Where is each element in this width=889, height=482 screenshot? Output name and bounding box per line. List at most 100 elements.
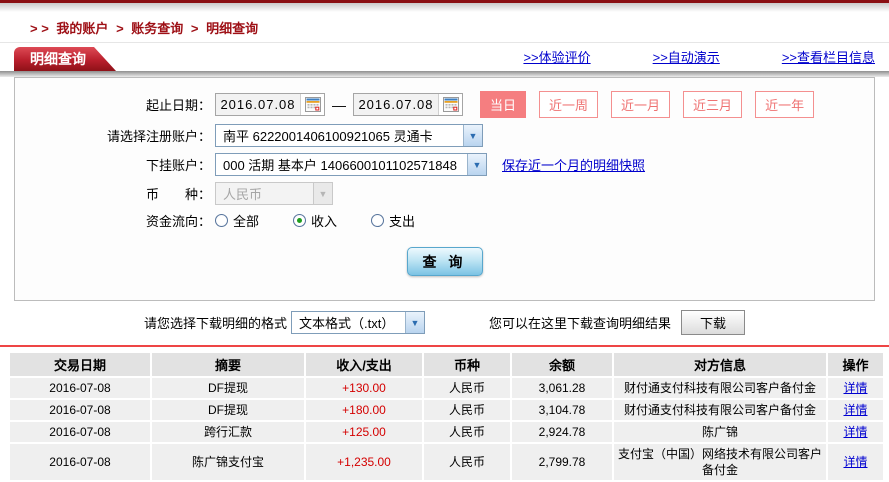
- start-date-input[interactable]: 2016.07.08: [215, 93, 325, 116]
- detail-link[interactable]: 详情: [843, 425, 867, 439]
- registered-account-value: 南平 6222001406100921065 灵通卡: [223, 129, 433, 144]
- cell-date: 2016-07-08: [10, 422, 150, 442]
- save-snapshot-link[interactable]: 保存近一个月的明细快照: [502, 155, 645, 174]
- detail-link[interactable]: 详情: [843, 403, 867, 417]
- radio-option-all[interactable]: 全部: [215, 211, 259, 230]
- header-counterparty: 对方信息: [614, 353, 826, 376]
- radio-label-all: 全部: [233, 214, 260, 229]
- end-date-value: 2016.07.08: [358, 97, 434, 112]
- cell-amount: +130.00: [306, 378, 422, 398]
- radio-icon[interactable]: [215, 214, 228, 227]
- date-range-dash: —: [332, 96, 346, 113]
- cell-counterparty: 财付通支付科技有限公司客户备付金: [614, 400, 826, 420]
- sub-account-select[interactable]: 000 活期 基本户 1406600101102571848 ▼: [215, 153, 487, 176]
- range-button-last-quarter[interactable]: 近三月: [683, 91, 743, 118]
- radio-icon[interactable]: [371, 214, 385, 227]
- radio-label-income: 收入: [311, 214, 338, 229]
- cell-currency: 人民币: [424, 422, 510, 442]
- top-links: >>体验评价 >>自动演示 >>查看栏目信息: [523, 47, 875, 71]
- breadcrumb-item-account-query[interactable]: 账务查询: [131, 21, 183, 36]
- calendar-icon[interactable]: [300, 94, 324, 115]
- header-currency: 币种: [424, 353, 510, 376]
- cell-amount: +180.00: [306, 400, 422, 420]
- start-date-value: 2016.07.08: [220, 97, 296, 112]
- query-form-panel: 起止日期： 2016.07.08 — 2016.07.08 当日 近一周 近一月…: [14, 77, 875, 301]
- cell-balance: 3,061.28: [512, 378, 612, 398]
- link-experience-rating[interactable]: >>体验评价: [523, 47, 590, 66]
- header-income-expense: 收入/支出: [306, 353, 422, 376]
- range-button-last-year[interactable]: 近一年: [755, 91, 815, 118]
- radio-label-expense: 支出: [389, 214, 416, 229]
- breadcrumb-separator: >: [190, 21, 199, 36]
- cell-counterparty: 财付通支付科技有限公司客户备付金: [614, 378, 826, 398]
- cell-balance: 3,104.78: [512, 400, 612, 420]
- cell-date: 2016-07-08: [10, 400, 150, 420]
- fund-flow-radio-group: 全部 收入 支出: [215, 211, 415, 230]
- radio-option-expense[interactable]: 支出: [371, 211, 415, 230]
- cell-summary: 跨行汇款: [152, 422, 304, 442]
- sub-account-label: 下挂账户：: [145, 158, 211, 173]
- header-action: 操作: [828, 353, 883, 376]
- link-auto-demo[interactable]: >>自动演示: [653, 47, 720, 66]
- transactions-table: 交易日期 摘要 收入/支出 币种 余额 对方信息 操作 2016-07-08 D…: [8, 351, 885, 482]
- registered-account-row: 请选择注册账户： 南平 6222001406100921065 灵通卡 ▼: [15, 124, 874, 147]
- chevron-down-icon: ▼: [467, 154, 486, 175]
- range-button-last-week[interactable]: 近一周: [539, 91, 599, 118]
- chevron-down-icon: ▼: [463, 125, 482, 146]
- tab-detail-query[interactable]: 明细查询: [14, 47, 116, 71]
- detail-link[interactable]: 详情: [843, 455, 867, 469]
- cell-summary: 陈广锦支付宝: [152, 444, 304, 480]
- chevron-down-icon: ▼: [405, 312, 424, 333]
- download-hint: 您可以在这里下载查询明细结果: [489, 316, 672, 331]
- cell-summary: DF提现: [152, 400, 304, 420]
- radio-icon-checked[interactable]: [293, 214, 307, 227]
- cell-amount: +1,235.00: [306, 444, 422, 480]
- download-row: 请您选择下载明细的格式 文本格式（.txt） ▼ 您可以在这里下载查询明细结果 …: [0, 301, 889, 345]
- cell-balance: 2,924.78: [512, 422, 612, 442]
- download-format-select[interactable]: 文本格式（.txt） ▼: [291, 311, 425, 334]
- range-button-last-month[interactable]: 近一月: [611, 91, 671, 118]
- calendar-icon[interactable]: [438, 94, 462, 115]
- table-row: 2016-07-08 陈广锦支付宝 +1,235.00 人民币 2,799.78…: [10, 444, 883, 480]
- cell-counterparty: 陈广锦: [614, 422, 826, 442]
- cell-date: 2016-07-08: [10, 444, 150, 480]
- date-range-row: 起止日期： 2016.07.08 — 2016.07.08 当日 近一周 近一月…: [15, 91, 874, 118]
- query-button[interactable]: 查 询: [406, 247, 483, 276]
- cell-balance: 2,799.78: [512, 444, 612, 480]
- calendar-icon-glyph: [304, 97, 321, 112]
- header-balance: 余额: [512, 353, 612, 376]
- download-button[interactable]: 下载: [681, 310, 746, 335]
- chevron-down-icon: ▼: [313, 183, 332, 204]
- top-gradient-strip: [0, 3, 889, 12]
- link-view-column-info[interactable]: >>查看栏目信息: [782, 47, 875, 66]
- registered-account-select[interactable]: 南平 6222001406100921065 灵通卡 ▼: [215, 124, 483, 147]
- fund-flow-label: 资金流向：: [145, 214, 211, 229]
- currency-select: 人民币 ▼: [215, 182, 333, 205]
- cell-summary: DF提现: [152, 378, 304, 398]
- breadcrumb-prefix: > >: [30, 21, 49, 36]
- sub-account-row: 下挂账户： 000 活期 基本户 1406600101102571848 ▼ 保…: [15, 153, 874, 176]
- breadcrumb-item-my-account[interactable]: 我的账户: [56, 21, 108, 36]
- registered-account-label: 请选择注册账户：: [106, 129, 211, 144]
- end-date-input[interactable]: 2016.07.08: [353, 93, 463, 116]
- table-row: 2016-07-08 DF提现 +130.00 人民币 3,061.28 财付通…: [10, 378, 883, 398]
- cell-date: 2016-07-08: [10, 378, 150, 398]
- currency-label: 币 种：: [145, 187, 211, 202]
- detail-link[interactable]: 详情: [843, 381, 867, 395]
- table-header-row: 交易日期 摘要 收入/支出 币种 余额 对方信息 操作: [10, 353, 883, 376]
- cell-currency: 人民币: [424, 400, 510, 420]
- breadcrumb-item-detail-query[interactable]: 明细查询: [206, 21, 258, 36]
- fund-flow-row: 资金流向： 全部 收入 支出: [15, 211, 874, 230]
- range-button-today[interactable]: 当日: [480, 91, 527, 118]
- radio-option-income[interactable]: 收入: [293, 211, 337, 230]
- table-row: 2016-07-08 跨行汇款 +125.00 人民币 2,924.78 陈广锦…: [10, 422, 883, 442]
- tab-strip: 明细查询 >>体验评价 >>自动演示 >>查看栏目信息: [0, 43, 889, 71]
- table-row: 2016-07-08 DF提现 +180.00 人民币 3,104.78 财付通…: [10, 400, 883, 420]
- download-format-value: 文本格式（.txt）: [299, 316, 395, 331]
- date-range-label: 起止日期：: [145, 98, 211, 113]
- cell-amount: +125.00: [306, 422, 422, 442]
- cell-currency: 人民币: [424, 444, 510, 480]
- breadcrumb: > > 我的账户 > 账务查询 > 明细查询: [0, 12, 889, 43]
- currency-value: 人民币: [223, 187, 263, 202]
- header-transaction-date: 交易日期: [10, 353, 150, 376]
